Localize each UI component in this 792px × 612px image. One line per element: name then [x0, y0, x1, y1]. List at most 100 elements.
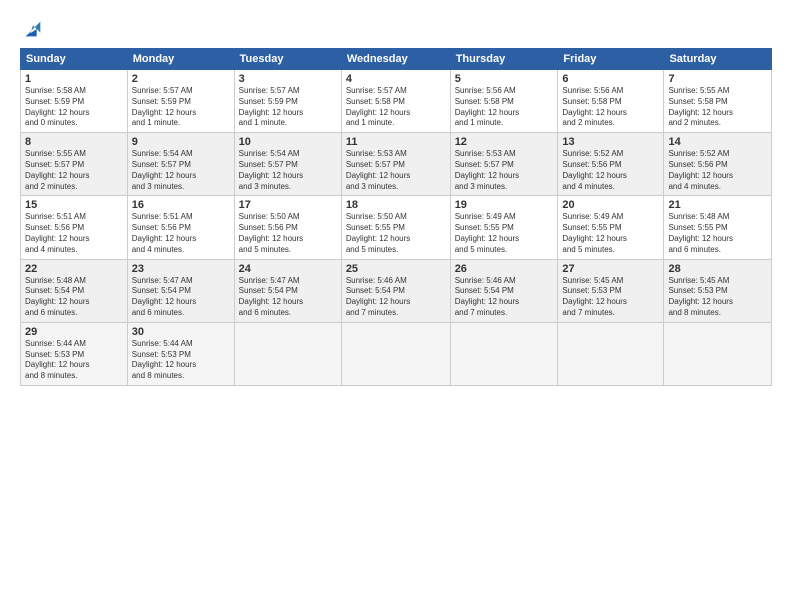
day-number: 29: [25, 326, 123, 338]
th-monday: Monday: [127, 49, 234, 70]
table-row: 8Sunrise: 5:55 AM Sunset: 5:57 PM Daylig…: [21, 133, 128, 196]
day-number: 24: [239, 263, 337, 275]
day-info: Sunrise: 5:50 AM Sunset: 5:56 PM Dayligh…: [239, 212, 337, 255]
day-info: Sunrise: 5:56 AM Sunset: 5:58 PM Dayligh…: [562, 86, 659, 129]
day-info: Sunrise: 5:50 AM Sunset: 5:55 PM Dayligh…: [346, 212, 446, 255]
day-number: 7: [668, 73, 767, 85]
th-tuesday: Tuesday: [234, 49, 341, 70]
calendar-week-row: 29Sunrise: 5:44 AM Sunset: 5:53 PM Dayli…: [21, 322, 772, 385]
table-row: 9Sunrise: 5:54 AM Sunset: 5:57 PM Daylig…: [127, 133, 234, 196]
day-number: 19: [455, 199, 554, 211]
day-number: 9: [132, 136, 230, 148]
table-row: 11Sunrise: 5:53 AM Sunset: 5:57 PM Dayli…: [341, 133, 450, 196]
table-row: [558, 322, 664, 385]
table-row: [341, 322, 450, 385]
day-number: 15: [25, 199, 123, 211]
day-number: 30: [132, 326, 230, 338]
day-info: Sunrise: 5:44 AM Sunset: 5:53 PM Dayligh…: [132, 339, 230, 382]
table-row: 5Sunrise: 5:56 AM Sunset: 5:58 PM Daylig…: [450, 70, 558, 133]
table-row: [450, 322, 558, 385]
day-info: Sunrise: 5:58 AM Sunset: 5:59 PM Dayligh…: [25, 86, 123, 129]
calendar-week-row: 1Sunrise: 5:58 AM Sunset: 5:59 PM Daylig…: [21, 70, 772, 133]
day-number: 26: [455, 263, 554, 275]
day-info: Sunrise: 5:47 AM Sunset: 5:54 PM Dayligh…: [132, 276, 230, 319]
day-info: Sunrise: 5:49 AM Sunset: 5:55 PM Dayligh…: [455, 212, 554, 255]
day-info: Sunrise: 5:53 AM Sunset: 5:57 PM Dayligh…: [455, 149, 554, 192]
day-number: 22: [25, 263, 123, 275]
th-saturday: Saturday: [664, 49, 772, 70]
day-number: 18: [346, 199, 446, 211]
calendar-week-row: 8Sunrise: 5:55 AM Sunset: 5:57 PM Daylig…: [21, 133, 772, 196]
calendar-header-row: Sunday Monday Tuesday Wednesday Thursday…: [21, 49, 772, 70]
day-number: 21: [668, 199, 767, 211]
day-number: 10: [239, 136, 337, 148]
day-number: 1: [25, 73, 123, 85]
header: [20, 18, 772, 40]
day-number: 28: [668, 263, 767, 275]
logo-icon: [22, 18, 44, 40]
day-number: 5: [455, 73, 554, 85]
day-info: Sunrise: 5:51 AM Sunset: 5:56 PM Dayligh…: [25, 212, 123, 255]
table-row: 22Sunrise: 5:48 AM Sunset: 5:54 PM Dayli…: [21, 259, 128, 322]
day-info: Sunrise: 5:47 AM Sunset: 5:54 PM Dayligh…: [239, 276, 337, 319]
table-row: 28Sunrise: 5:45 AM Sunset: 5:53 PM Dayli…: [664, 259, 772, 322]
table-row: 29Sunrise: 5:44 AM Sunset: 5:53 PM Dayli…: [21, 322, 128, 385]
day-info: Sunrise: 5:57 AM Sunset: 5:58 PM Dayligh…: [346, 86, 446, 129]
day-info: Sunrise: 5:54 AM Sunset: 5:57 PM Dayligh…: [239, 149, 337, 192]
day-info: Sunrise: 5:52 AM Sunset: 5:56 PM Dayligh…: [562, 149, 659, 192]
table-row: 1Sunrise: 5:58 AM Sunset: 5:59 PM Daylig…: [21, 70, 128, 133]
table-row: 12Sunrise: 5:53 AM Sunset: 5:57 PM Dayli…: [450, 133, 558, 196]
table-row: 15Sunrise: 5:51 AM Sunset: 5:56 PM Dayli…: [21, 196, 128, 259]
day-info: Sunrise: 5:44 AM Sunset: 5:53 PM Dayligh…: [25, 339, 123, 382]
day-info: Sunrise: 5:51 AM Sunset: 5:56 PM Dayligh…: [132, 212, 230, 255]
table-row: [234, 322, 341, 385]
table-row: 27Sunrise: 5:45 AM Sunset: 5:53 PM Dayli…: [558, 259, 664, 322]
day-number: 25: [346, 263, 446, 275]
th-sunday: Sunday: [21, 49, 128, 70]
day-number: 11: [346, 136, 446, 148]
day-info: Sunrise: 5:55 AM Sunset: 5:57 PM Dayligh…: [25, 149, 123, 192]
day-number: 12: [455, 136, 554, 148]
day-info: Sunrise: 5:46 AM Sunset: 5:54 PM Dayligh…: [346, 276, 446, 319]
table-row: 30Sunrise: 5:44 AM Sunset: 5:53 PM Dayli…: [127, 322, 234, 385]
table-row: 20Sunrise: 5:49 AM Sunset: 5:55 PM Dayli…: [558, 196, 664, 259]
day-number: 13: [562, 136, 659, 148]
table-row: 21Sunrise: 5:48 AM Sunset: 5:55 PM Dayli…: [664, 196, 772, 259]
table-row: 19Sunrise: 5:49 AM Sunset: 5:55 PM Dayli…: [450, 196, 558, 259]
table-row: 18Sunrise: 5:50 AM Sunset: 5:55 PM Dayli…: [341, 196, 450, 259]
day-number: 8: [25, 136, 123, 148]
table-row: 17Sunrise: 5:50 AM Sunset: 5:56 PM Dayli…: [234, 196, 341, 259]
day-info: Sunrise: 5:49 AM Sunset: 5:55 PM Dayligh…: [562, 212, 659, 255]
day-info: Sunrise: 5:48 AM Sunset: 5:54 PM Dayligh…: [25, 276, 123, 319]
table-row: 26Sunrise: 5:46 AM Sunset: 5:54 PM Dayli…: [450, 259, 558, 322]
day-number: 20: [562, 199, 659, 211]
table-row: 4Sunrise: 5:57 AM Sunset: 5:58 PM Daylig…: [341, 70, 450, 133]
table-row: 7Sunrise: 5:55 AM Sunset: 5:58 PM Daylig…: [664, 70, 772, 133]
calendar: Sunday Monday Tuesday Wednesday Thursday…: [20, 48, 772, 386]
table-row: 13Sunrise: 5:52 AM Sunset: 5:56 PM Dayli…: [558, 133, 664, 196]
table-row: 23Sunrise: 5:47 AM Sunset: 5:54 PM Dayli…: [127, 259, 234, 322]
table-row: 16Sunrise: 5:51 AM Sunset: 5:56 PM Dayli…: [127, 196, 234, 259]
day-info: Sunrise: 5:45 AM Sunset: 5:53 PM Dayligh…: [668, 276, 767, 319]
day-info: Sunrise: 5:46 AM Sunset: 5:54 PM Dayligh…: [455, 276, 554, 319]
table-row: 6Sunrise: 5:56 AM Sunset: 5:58 PM Daylig…: [558, 70, 664, 133]
day-info: Sunrise: 5:56 AM Sunset: 5:58 PM Dayligh…: [455, 86, 554, 129]
day-info: Sunrise: 5:55 AM Sunset: 5:58 PM Dayligh…: [668, 86, 767, 129]
day-info: Sunrise: 5:52 AM Sunset: 5:56 PM Dayligh…: [668, 149, 767, 192]
page: Sunday Monday Tuesday Wednesday Thursday…: [0, 0, 792, 612]
day-number: 3: [239, 73, 337, 85]
day-number: 16: [132, 199, 230, 211]
logo: [20, 18, 44, 40]
day-number: 2: [132, 73, 230, 85]
table-row: 14Sunrise: 5:52 AM Sunset: 5:56 PM Dayli…: [664, 133, 772, 196]
day-info: Sunrise: 5:57 AM Sunset: 5:59 PM Dayligh…: [239, 86, 337, 129]
table-row: [664, 322, 772, 385]
th-wednesday: Wednesday: [341, 49, 450, 70]
table-row: 10Sunrise: 5:54 AM Sunset: 5:57 PM Dayli…: [234, 133, 341, 196]
table-row: 3Sunrise: 5:57 AM Sunset: 5:59 PM Daylig…: [234, 70, 341, 133]
table-row: 2Sunrise: 5:57 AM Sunset: 5:59 PM Daylig…: [127, 70, 234, 133]
day-info: Sunrise: 5:57 AM Sunset: 5:59 PM Dayligh…: [132, 86, 230, 129]
day-number: 14: [668, 136, 767, 148]
day-number: 23: [132, 263, 230, 275]
day-info: Sunrise: 5:54 AM Sunset: 5:57 PM Dayligh…: [132, 149, 230, 192]
